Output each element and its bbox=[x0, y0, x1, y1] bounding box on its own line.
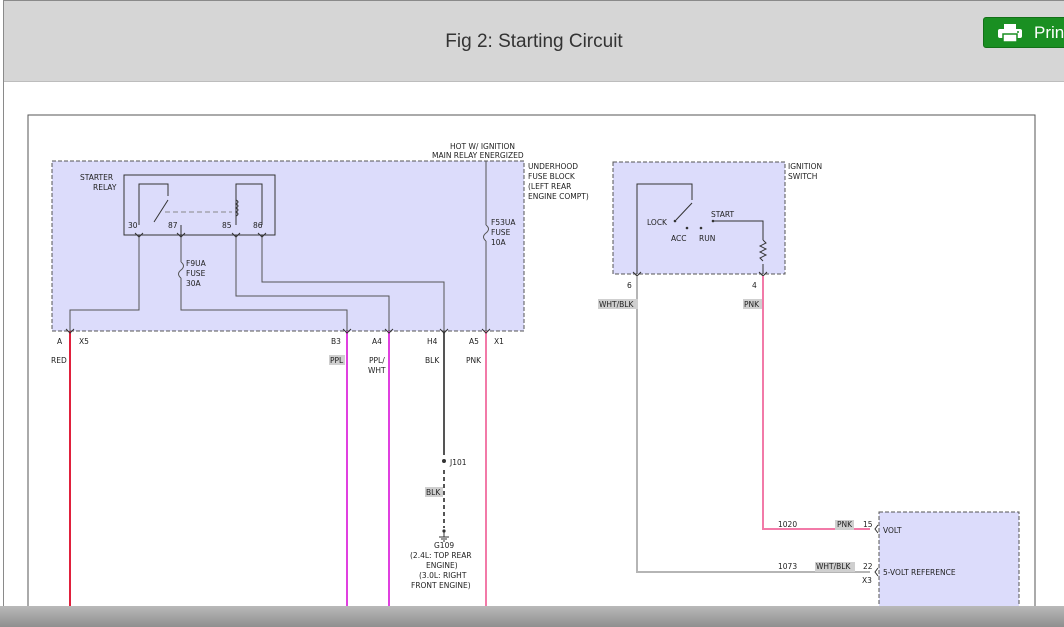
switch-acc-contact bbox=[685, 226, 689, 230]
wire-color-ppl-wht-2: WHT bbox=[368, 366, 386, 375]
fuse-f53-label-3: 10A bbox=[491, 238, 507, 247]
circuit-1073-label: 5-VOLT REFERENCE bbox=[883, 568, 956, 577]
switch-run-contact bbox=[699, 226, 703, 230]
splice-label: J101 bbox=[449, 458, 467, 467]
ignition-switch-label-2: SWITCH bbox=[788, 172, 817, 181]
fuse-f53-label-1: F53UA bbox=[491, 218, 516, 227]
switch-lock-contact bbox=[673, 219, 677, 223]
fuse-block-label-3: (LEFT REAR bbox=[528, 182, 571, 191]
ignition-switch-label-1: IGNITION bbox=[788, 162, 822, 171]
starter-relay-label-1: STARTER bbox=[80, 173, 113, 182]
switch-wire-pnk: PNK bbox=[744, 300, 760, 309]
hot-label-line2: MAIN RELAY ENERGIZED bbox=[432, 151, 524, 160]
wire-color-red: RED bbox=[51, 356, 67, 365]
fuse-f9-label-2: FUSE bbox=[186, 269, 206, 278]
fuse-block-label-4: ENGINE COMPT) bbox=[528, 192, 589, 201]
circuit-1073-color: WHT/BLK bbox=[816, 562, 851, 571]
connector-a4: A4 bbox=[372, 337, 382, 346]
connector-a5: A5 bbox=[469, 337, 479, 346]
circuit-1073-pin: 22 bbox=[863, 562, 873, 571]
wire-color-ppl-wht-1: PPL/ bbox=[369, 356, 385, 365]
fuse-f9-label-3: 30A bbox=[186, 279, 202, 288]
connector-x1: X1 bbox=[494, 337, 504, 346]
switch-pos-start: START bbox=[711, 210, 735, 219]
ground-label-4: (3.0L: RIGHT bbox=[419, 571, 467, 580]
hot-label-line1: HOT W/ IGNITION bbox=[450, 142, 515, 151]
wiring-diagram: HOT W/ IGNITION MAIN RELAY ENERGIZED UND… bbox=[27, 114, 1036, 627]
fuse-block-label-2: FUSE BLOCK bbox=[528, 172, 576, 181]
fuse-f53-label-2: FUSE bbox=[491, 228, 511, 237]
ground-label-2: (2.4L: TOP REAR bbox=[410, 551, 472, 560]
underhood-fuse-block bbox=[51, 160, 525, 332]
wire-color-blk2: BLK bbox=[426, 488, 441, 497]
switch-pos-run: RUN bbox=[699, 234, 715, 243]
relay-pin-85: 85 bbox=[222, 221, 232, 230]
connector-a: A bbox=[57, 337, 63, 346]
circuit-1073-number: 1073 bbox=[778, 562, 797, 571]
relay-pin-86: 86 bbox=[253, 221, 263, 230]
relay-pin-30: 30 bbox=[128, 221, 138, 230]
splice-j101 bbox=[442, 459, 446, 463]
circuit-1020-number: 1020 bbox=[778, 520, 797, 529]
bottom-scroll-bar[interactable] bbox=[0, 606, 1064, 627]
circuit-1020-pin: 15 bbox=[863, 520, 873, 529]
ground-label-5: FRONT ENGINE) bbox=[411, 581, 471, 590]
connector-b3: B3 bbox=[331, 337, 341, 346]
ignition-switch-block bbox=[612, 161, 786, 275]
connector-x5: X5 bbox=[79, 337, 89, 346]
relay-pin-87: 87 bbox=[168, 221, 178, 230]
connector-h4: H4 bbox=[427, 337, 438, 346]
switch-pos-lock: LOCK bbox=[647, 218, 668, 227]
wire-color-blk: BLK bbox=[425, 356, 440, 365]
wire-color-ppl: PPL bbox=[330, 356, 344, 365]
module-connector-x3: X3 bbox=[862, 576, 872, 585]
switch-pin-4: 4 bbox=[752, 281, 757, 290]
switch-pin-6: 6 bbox=[627, 281, 632, 290]
wire-color-pnk: PNK bbox=[466, 356, 482, 365]
switch-pos-acc: ACC bbox=[671, 234, 686, 243]
switch-wire-wht-blk: WHT/BLK bbox=[599, 300, 634, 309]
circuit-1020-label: VOLT bbox=[883, 526, 902, 535]
starter-relay-label-2: RELAY bbox=[93, 183, 117, 192]
ground-label-1: G109 bbox=[434, 541, 454, 550]
ground-label-3: ENGINE) bbox=[426, 561, 458, 570]
circuit-1020-color: PNK bbox=[837, 520, 853, 529]
fuse-block-label-1: UNDERHOOD bbox=[528, 162, 578, 171]
fuse-f9-label-1: F9UA bbox=[186, 259, 207, 268]
